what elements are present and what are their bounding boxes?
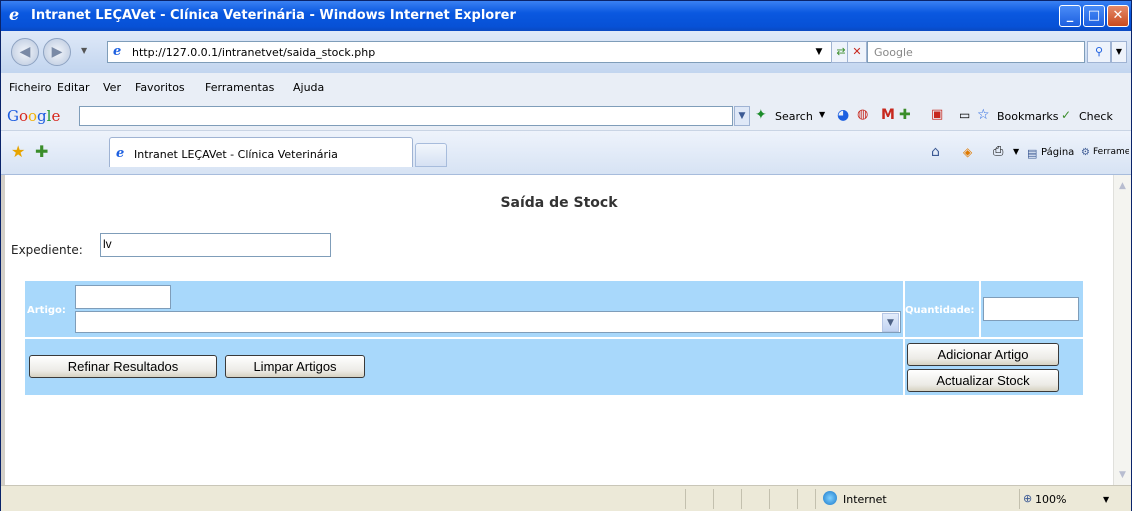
google-search-icon: ✦: [755, 107, 767, 123]
add-favorites-icon[interactable]: ✚: [35, 142, 48, 161]
divider: [815, 489, 816, 509]
google-logo: Google: [7, 107, 61, 125]
expediente-input[interactable]: lv: [100, 233, 331, 257]
divider: [741, 489, 742, 509]
bookmarks-button[interactable]: Bookmarks: [997, 110, 1058, 123]
tab-ie-icon: e: [116, 146, 125, 161]
search-input[interactable]: Google: [867, 41, 1085, 63]
home-icon[interactable]: ⌂: [931, 144, 940, 160]
menu-ajuda[interactable]: Ajuda: [293, 81, 324, 94]
address-toolbar: ◀ ▶ ▼ e http://127.0.0.1/intranetvet/sai…: [1, 31, 1131, 73]
divider: [713, 489, 714, 509]
divider: [979, 281, 981, 337]
history-dropdown-icon[interactable]: ▼: [81, 46, 87, 55]
address-dropdown-icon[interactable]: ▼: [809, 42, 829, 62]
item-panel: Artigo: ▼ Quantidade: Refinar Resultados…: [25, 281, 1083, 395]
divider: [25, 337, 1083, 339]
tab-bar: ★ ✚ e Intranet LEÇAVet - Clínica Veterin…: [1, 131, 1131, 175]
search-dropdown-icon[interactable]: ▼: [819, 110, 825, 119]
security-zone: Internet: [843, 493, 887, 506]
google-search-input[interactable]: [79, 106, 733, 126]
minimize-button[interactable]: _: [1059, 5, 1081, 27]
divider: [685, 489, 686, 509]
zoom-level[interactable]: 100%: [1035, 493, 1066, 506]
tools-menu[interactable]: Ferramentas: [1093, 147, 1129, 157]
adicionar-artigo-button[interactable]: Adicionar Artigo: [907, 343, 1059, 366]
search-icon[interactable]: ⚲: [1087, 41, 1111, 63]
page-menu[interactable]: Página: [1041, 147, 1074, 158]
status-bar: Internet ⊕ 100% ▼: [1, 485, 1131, 511]
page-title: Saída de Stock: [500, 195, 618, 211]
menu-editar[interactable]: Editar: [57, 81, 90, 94]
search-options-icon[interactable]: ▼: [1111, 41, 1127, 63]
browser-window: e Intranet LEÇAVet - Clínica Veterinária…: [0, 0, 1132, 511]
add-button-icon[interactable]: ✚: [899, 107, 911, 123]
tools-gear-icon: ⚙: [1081, 147, 1090, 158]
title-bar: e Intranet LEÇAVet - Clínica Veterinária…: [1, 1, 1131, 31]
quantidade-label: Quantidade:: [905, 305, 975, 316]
url-text: http://127.0.0.1/intranetvet/saida_stock…: [132, 46, 376, 59]
artigo-filter-input[interactable]: [75, 285, 171, 309]
highlight-icon[interactable]: ▭: [959, 108, 970, 122]
internet-zone-icon: [823, 491, 837, 505]
print-dropdown-icon[interactable]: ▼: [1013, 147, 1019, 156]
address-field[interactable]: e http://127.0.0.1/intranetvet/saida_sto…: [107, 41, 863, 63]
limpar-artigos-button[interactable]: Limpar Artigos: [225, 355, 365, 378]
scroll-up-icon[interactable]: ▲: [1115, 178, 1130, 194]
popup-blocker-icon[interactable]: ◍: [857, 107, 868, 122]
google-toolbar: Google ▼ ✦ Search ▼ ◕ ◍ M ✚ ▣ ▭ ☆ Bookma…: [1, 101, 1131, 131]
check-button[interactable]: Check: [1079, 110, 1113, 123]
close-button[interactable]: ✕: [1107, 5, 1129, 27]
zoom-icon: ⊕: [1023, 492, 1033, 505]
spellcheck-icon: ✓: [1061, 108, 1072, 122]
zoom-dropdown-icon[interactable]: ▼: [1103, 495, 1109, 504]
menu-favoritos[interactable]: Favoritos: [135, 81, 185, 94]
back-button[interactable]: ◀: [11, 38, 39, 66]
window-title: Intranet LEÇAVet - Clínica Veterinária -…: [31, 8, 516, 23]
quantidade-input[interactable]: [983, 297, 1079, 321]
spellcheck-blocker-icon[interactable]: ▣: [931, 107, 943, 122]
menu-ficheiro[interactable]: Ficheiro: [9, 81, 51, 94]
forward-button[interactable]: ▶: [43, 38, 71, 66]
divider: [1019, 489, 1020, 509]
menu-ver[interactable]: Ver: [103, 81, 121, 94]
page-content: Saída de Stock Expediente: lv Artigo: ▼ …: [5, 175, 1113, 485]
pagerank-icon[interactable]: ◕: [837, 107, 849, 123]
scroll-down-icon[interactable]: ▼: [1115, 467, 1130, 483]
menu-ferramentas[interactable]: Ferramentas: [205, 81, 274, 94]
gmail-icon[interactable]: M: [881, 107, 895, 123]
artigo-select[interactable]: ▼: [75, 311, 901, 333]
actualizar-stock-button[interactable]: Actualizar Stock: [907, 369, 1059, 392]
chevron-down-icon[interactable]: ▼: [882, 313, 899, 332]
ie-logo-icon: e: [9, 5, 20, 24]
expediente-label: Expediente:: [11, 243, 83, 257]
artigo-label: Artigo:: [27, 305, 66, 316]
tab-intranet[interactable]: e Intranet LEÇAVet - Clínica Veterinária: [109, 137, 413, 167]
vertical-scrollbar[interactable]: ▲ ▼: [1113, 175, 1131, 485]
stop-button[interactable]: ✕: [847, 41, 867, 63]
page-menu-icon: ▤: [1027, 147, 1038, 160]
maximize-button[interactable]: □: [1083, 5, 1105, 27]
bookmarks-star-icon: ☆: [977, 107, 990, 123]
page-icon: e: [113, 44, 122, 59]
google-search-button[interactable]: Search: [775, 110, 813, 123]
menu-bar: Ficheiro Editar Ver Favoritos Ferramenta…: [1, 73, 1131, 101]
favorites-star-icon[interactable]: ★: [11, 142, 25, 161]
divider: [797, 489, 798, 509]
refinar-resultados-button[interactable]: Refinar Resultados: [29, 355, 217, 378]
new-tab-button[interactable]: [415, 143, 447, 167]
feeds-icon[interactable]: ◈: [963, 145, 972, 159]
tab-label: Intranet LEÇAVet - Clínica Veterinária: [134, 148, 338, 161]
divider: [769, 489, 770, 509]
google-dropdown-icon[interactable]: ▼: [734, 106, 750, 126]
print-icon[interactable]: ⎙: [993, 144, 1003, 159]
